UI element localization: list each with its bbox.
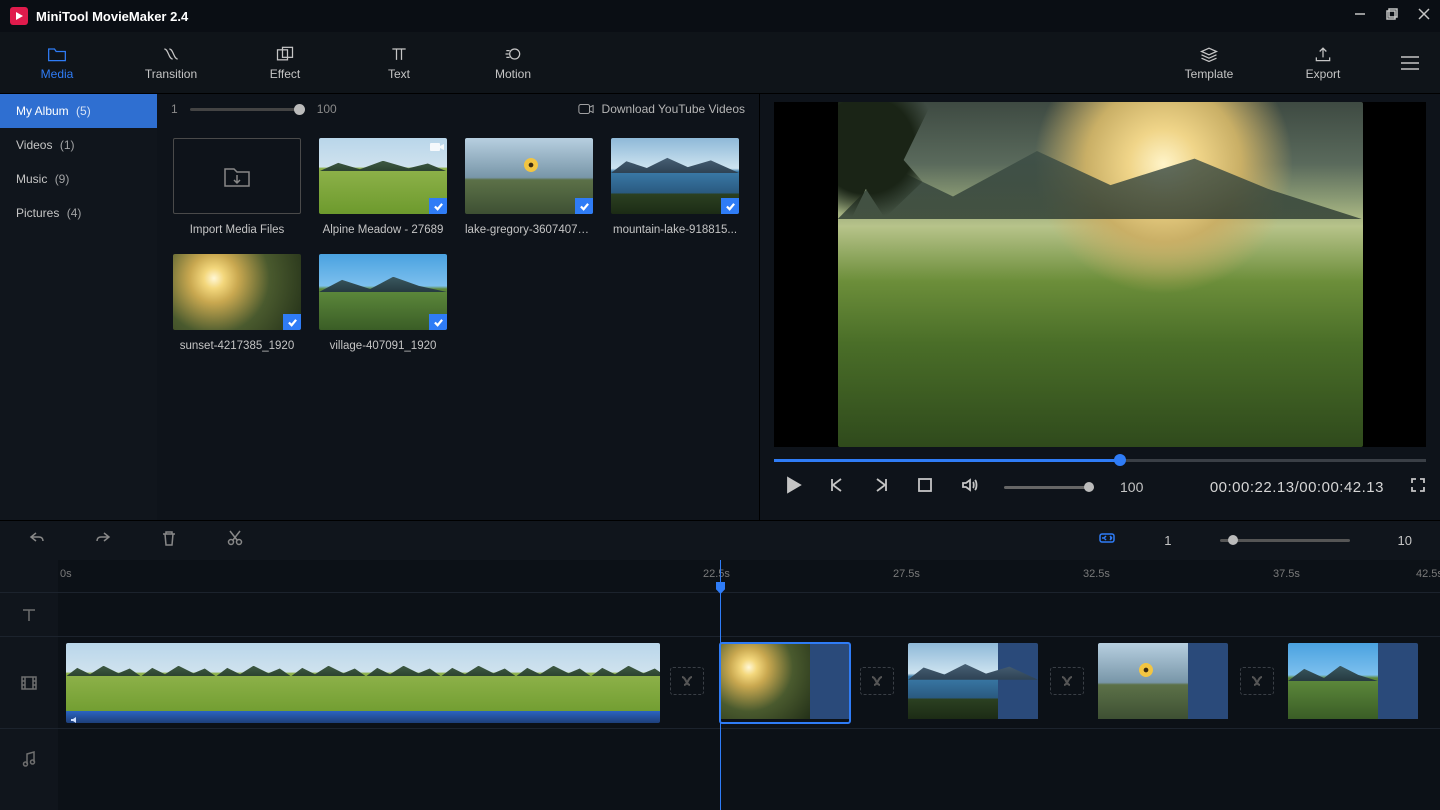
preview-panel: 100 00:00:22.13/00:00:42.13 [760, 94, 1440, 520]
transition-slot[interactable] [670, 667, 704, 695]
ruler-tick: 27.5s [893, 568, 920, 580]
tab-media[interactable]: Media [0, 32, 114, 94]
timeline-clip[interactable] [1098, 643, 1228, 723]
video-track[interactable] [58, 636, 1440, 728]
media-panel: 1 100 Download YouTube Videos Import Med… [157, 94, 760, 520]
tab-export[interactable]: Export [1266, 32, 1380, 94]
play-button[interactable] [784, 476, 802, 499]
thumb-size-slider[interactable] [190, 108, 305, 111]
media-sidebar: My Album (5) Videos (1) Music (9) Pictur… [0, 94, 157, 520]
fit-timeline-button[interactable] [1098, 529, 1116, 552]
media-item[interactable]: sunset-4217385_1920 [173, 254, 301, 352]
sidebar-item-music[interactable]: Music (9) [0, 162, 157, 196]
tab-template[interactable]: Template [1152, 32, 1266, 94]
close-icon[interactable] [1418, 7, 1430, 25]
thumb-size-min: 1 [171, 102, 178, 116]
media-item[interactable]: mountain-lake-918815... [611, 138, 739, 236]
import-media-button[interactable]: Import Media Files [173, 138, 301, 236]
timeline: 0s 22.5s 27.5s 32.5s 37.5s 42.5s [0, 560, 1440, 810]
tab-effect[interactable]: Effect [228, 32, 342, 94]
next-frame-button[interactable] [872, 476, 890, 499]
redo-button[interactable] [94, 529, 112, 552]
undo-button[interactable] [28, 529, 46, 552]
download-youtube-button[interactable]: Download YouTube Videos [578, 102, 745, 116]
zoom-max: 10 [1398, 533, 1412, 548]
volume-slider[interactable] [1004, 486, 1094, 489]
timeline-toolbar: 1 10 [0, 520, 1440, 560]
media-item[interactable]: village-407091_1920 [319, 254, 447, 352]
timeline-clip[interactable] [720, 643, 850, 723]
track-header-text[interactable] [0, 592, 58, 636]
ruler-tick: 37.5s [1273, 568, 1300, 580]
transition-slot[interactable] [860, 667, 894, 695]
menu-button[interactable] [1380, 54, 1440, 72]
timeline-clip[interactable] [908, 643, 1038, 723]
transition-slot[interactable] [1050, 667, 1084, 695]
zoom-min: 1 [1164, 533, 1171, 548]
timeline-clip[interactable] [66, 643, 660, 723]
delete-button[interactable] [160, 529, 178, 552]
ruler-tick: 42.5s [1416, 568, 1440, 580]
ruler-tick: 0s [60, 568, 72, 580]
preview-canvas[interactable] [774, 102, 1426, 447]
app-logo [10, 7, 28, 25]
sidebar-item-videos[interactable]: Videos (1) [0, 128, 157, 162]
minimize-icon[interactable] [1354, 7, 1366, 25]
track-header-video[interactable] [0, 636, 58, 728]
media-item[interactable]: lake-gregory-3607407_... [465, 138, 593, 236]
volume-value: 100 [1120, 479, 1143, 495]
tab-motion[interactable]: Motion [456, 32, 570, 94]
zoom-slider[interactable] [1220, 539, 1350, 542]
prev-frame-button[interactable] [828, 476, 846, 499]
stop-button[interactable] [916, 476, 934, 499]
media-item[interactable]: Alpine Meadow - 27689 [319, 138, 447, 236]
transition-slot[interactable] [1240, 667, 1274, 695]
main-toolbar: Media Transition Effect Text Motion Temp… [0, 32, 1440, 94]
audio-track[interactable] [58, 728, 1440, 788]
ruler-tick: 32.5s [1083, 568, 1110, 580]
text-track[interactable] [58, 592, 1440, 636]
sidebar-item-myalbum[interactable]: My Album (5) [0, 94, 157, 128]
app-title: MiniTool MovieMaker 2.4 [36, 9, 188, 24]
thumb-size-max: 100 [317, 102, 337, 116]
volume-icon[interactable] [960, 476, 978, 499]
time-display: 00:00:22.13/00:00:42.13 [1210, 479, 1384, 496]
preview-frame [838, 102, 1363, 447]
tab-text[interactable]: Text [342, 32, 456, 94]
maximize-icon[interactable] [1386, 7, 1398, 25]
preview-scrubber[interactable] [774, 453, 1426, 467]
track-header-audio[interactable] [0, 728, 58, 788]
tab-transition[interactable]: Transition [114, 32, 228, 94]
title-bar: MiniTool MovieMaker 2.4 [0, 0, 1440, 32]
fullscreen-button[interactable] [1410, 477, 1426, 498]
timeline-clip[interactable] [1288, 643, 1418, 723]
cut-button[interactable] [226, 529, 244, 552]
sidebar-item-pictures[interactable]: Pictures (4) [0, 196, 157, 230]
playhead[interactable] [720, 560, 721, 810]
ruler-tick: 22.5s [703, 568, 730, 580]
time-ruler[interactable]: 0s 22.5s 27.5s 32.5s 37.5s 42.5s [58, 560, 1440, 592]
